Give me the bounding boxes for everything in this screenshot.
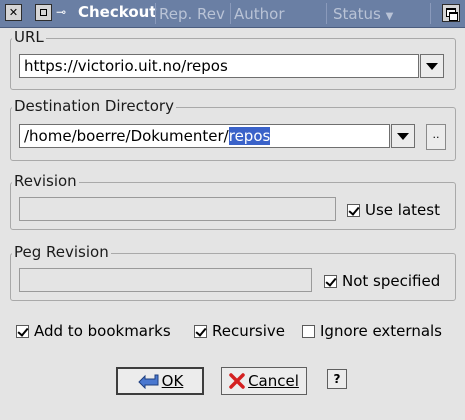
peg-revision-group-label: Peg Revision [12,243,111,261]
url-combo[interactable]: https://victorio.uit.no/repos [19,54,419,78]
not-specified-checkbox[interactable]: Not specified [324,272,440,290]
background-column-rep-rev: Rep. Rev [159,5,225,23]
window-menu-icon[interactable] [35,4,52,21]
not-specified-check-icon[interactable] [324,274,337,288]
recursive-check-icon[interactable] [194,324,207,338]
background-column-status: Status ▼ [333,5,393,23]
destination-value-prefix: /home/boerre/Dokumenter/ [24,127,229,145]
destination-dropdown-icon[interactable] [391,124,415,148]
peg-revision-input[interactable] [19,268,312,292]
cancel-x-icon [229,373,245,389]
url-group-label: URL [12,28,46,46]
ignore-externals-label: Ignore externals [320,322,442,340]
use-latest-check-icon[interactable] [347,203,360,217]
destination-value[interactable]: /home/boerre/Dokumenter/repos [24,127,271,145]
ignore-externals-check-icon[interactable] [302,324,315,338]
use-latest-checkbox[interactable]: Use latest [347,201,440,219]
revision-group-label: Revision [12,172,79,190]
destination-group-label: Destination Directory [12,97,176,115]
status-sort-icon: ▼ [385,11,394,22]
titlebar-separator [155,3,156,24]
destination-combo[interactable]: /home/boerre/Dokumenter/repos [19,124,390,148]
cancel-button[interactable]: Cancel [221,367,307,395]
recursive-label: Recursive [212,322,285,340]
ignore-externals-checkbox[interactable]: Ignore externals [302,322,442,340]
titlebar-separator [430,3,431,24]
titlebar-separator [230,3,231,24]
background-column-author: Author [234,5,285,23]
revision-input[interactable] [19,197,336,221]
help-button[interactable]: ? [327,369,347,389]
maximize-icon[interactable] [442,4,460,22]
not-specified-label: Not specified [342,272,441,290]
ok-arrow-icon [137,374,159,389]
url-value[interactable]: https://victorio.uit.no/repos [24,57,228,75]
url-dropdown-icon[interactable] [420,54,444,78]
use-latest-label: Use latest [365,201,440,219]
background-column-status-label: Status [333,5,381,23]
add-to-bookmarks-checkbox[interactable]: Add to bookmarks [16,322,171,340]
ok-label: OK [161,372,184,390]
add-to-bookmarks-check-icon[interactable] [16,324,29,338]
title-bar[interactable]: ✕ ⊸ Checkout Rep. Rev Author Status ▼ [0,0,465,28]
pin-icon[interactable]: ⊸ [56,5,66,19]
titlebar-separator [326,3,327,24]
destination-value-selection: repos [228,127,271,145]
cancel-label: Cancel [248,372,299,390]
ok-button[interactable]: OK [116,367,204,395]
browse-button[interactable]: .. [426,124,446,150]
close-icon[interactable]: ✕ [5,4,22,21]
window-title: Checkout [78,3,157,21]
recursive-checkbox[interactable]: Recursive [194,322,285,340]
add-to-bookmarks-label: Add to bookmarks [34,322,171,340]
